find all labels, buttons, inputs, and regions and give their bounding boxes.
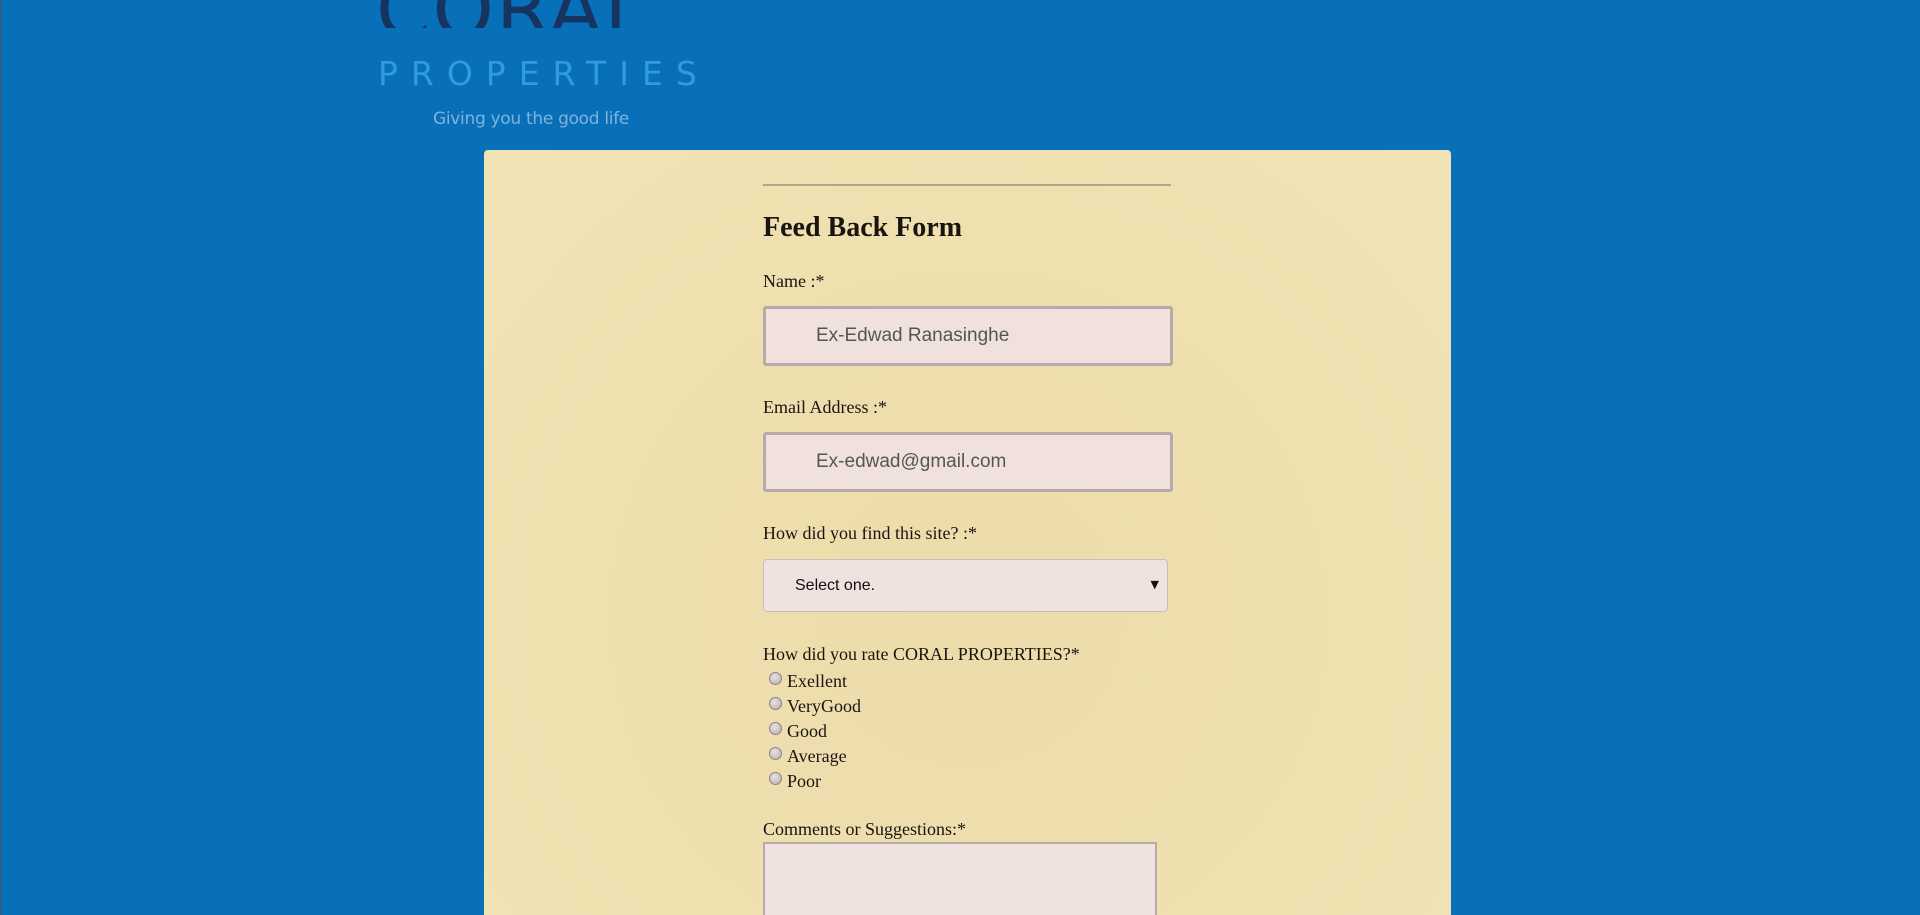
email-input[interactable] <box>763 432 1173 492</box>
logo-subtitle: PROPERTIES <box>378 54 710 93</box>
rating-option-excellent[interactable]: Exellent <box>769 669 847 693</box>
email-label: Email Address :* <box>763 397 887 417</box>
form-title: Feed Back Form <box>763 212 963 243</box>
rating-option-poor[interactable]: Poor <box>769 769 821 793</box>
radio-button-icon[interactable] <box>769 746 782 760</box>
logo-wordmark: CORAL <box>376 0 650 28</box>
top-divider <box>763 184 1171 186</box>
rating-option-label: VeryGood <box>787 695 861 716</box>
brand-logo[interactable]: CORAL PROPERTIES Giving you the good lif… <box>376 0 697 135</box>
rating-option-average[interactable]: Average <box>769 744 847 768</box>
rating-option-label: Good <box>787 720 827 741</box>
feedback-card: Feed Back Form Name :* Email Address :* … <box>484 150 1451 915</box>
radio-button-icon[interactable] <box>769 771 782 785</box>
radio-button-icon[interactable] <box>769 671 782 685</box>
rating-option-good[interactable]: Good <box>769 719 827 743</box>
find-site-selected-value: Select one. <box>795 577 876 594</box>
comments-textarea[interactable] <box>763 842 1157 915</box>
find-site-select[interactable]: Select one. ▼ <box>763 559 1168 612</box>
radio-button-icon[interactable] <box>769 696 782 710</box>
logo-word-clip: CORAL <box>376 0 676 52</box>
comments-label: Comments or Suggestions:* <box>763 819 967 839</box>
rating-option-label: Poor <box>787 770 822 791</box>
rating-option-label: Average <box>787 745 847 766</box>
rating-label: How did you rate CORAL PROPERTIES?* <box>763 644 1080 664</box>
window-edge <box>0 0 2 915</box>
rating-option-verygood[interactable]: VeryGood <box>769 694 861 718</box>
find-site-label: How did you find this site? :* <box>763 523 977 543</box>
page: CORAL PROPERTIES Giving you the good lif… <box>0 0 1920 915</box>
rating-option-label: Exellent <box>787 670 847 691</box>
name-label: Name :* <box>763 271 825 291</box>
caret-down-icon: ▼ <box>1150 578 1159 591</box>
radio-button-icon[interactable] <box>769 721 782 735</box>
logo-tagline: Giving you the good life <box>433 109 630 129</box>
name-input[interactable] <box>763 306 1173 366</box>
